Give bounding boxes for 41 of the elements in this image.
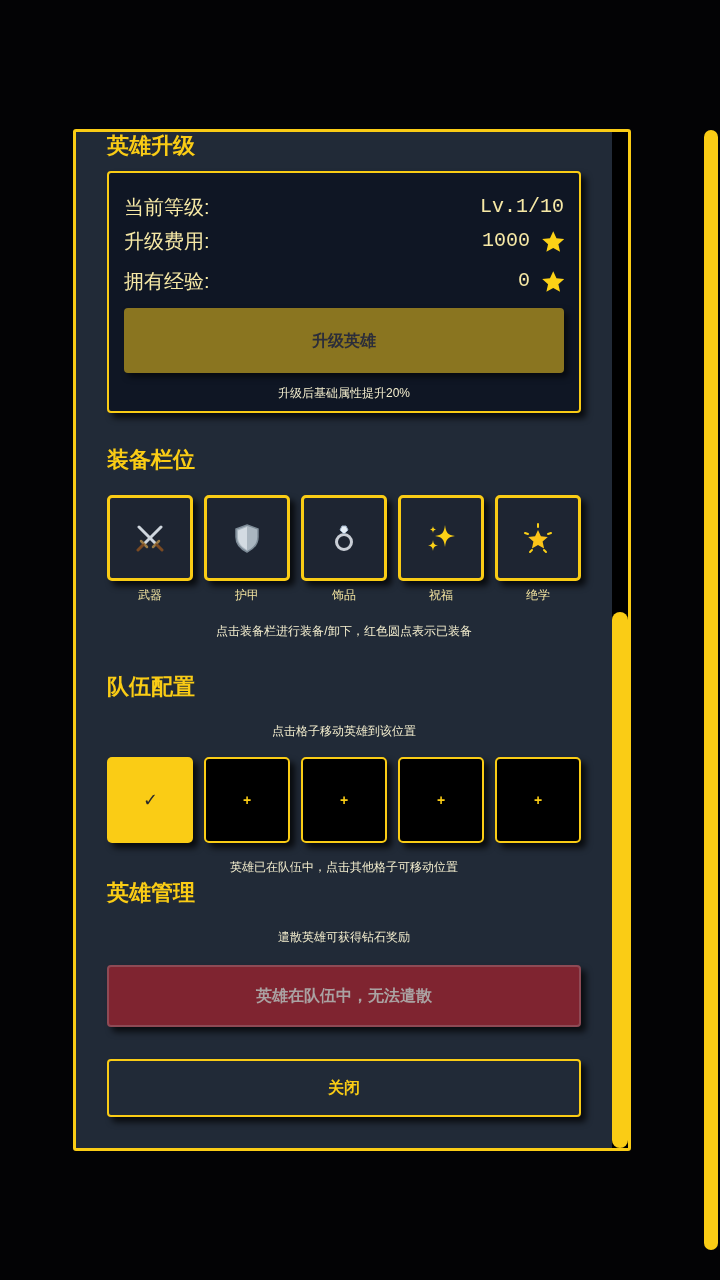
slot-label: 武器 xyxy=(138,587,162,603)
hint-text: 升级后基础属性提升20% xyxy=(278,385,410,401)
crossed-swords-icon xyxy=(136,524,164,552)
scrollbar-thumb[interactable] xyxy=(612,612,628,1148)
slot-label: 护甲 xyxy=(235,587,259,603)
scrollbar-track[interactable] xyxy=(612,132,628,1148)
equipment-slot[interactable] xyxy=(107,495,193,581)
section-title: 英雄升级 xyxy=(107,132,195,160)
hint-text: 遣散英雄可获得钻石奖励 xyxy=(278,929,410,945)
stat-value: 0 xyxy=(518,268,530,294)
shield-icon xyxy=(235,523,259,553)
hint-text: 英雄已在队伍中，点击其他格子可移动位置 xyxy=(230,859,458,875)
hint-text: 点击格子移动英雄到该位置 xyxy=(272,723,416,739)
slot-label: 绝学 xyxy=(526,587,550,603)
equipment-slot[interactable] xyxy=(398,495,484,581)
star-icon xyxy=(542,270,564,292)
team-slot[interactable]: + xyxy=(301,757,387,843)
section-title: 队伍配置 xyxy=(107,673,195,701)
stat-label: 升级费用: xyxy=(124,229,210,254)
section-title: 英雄管理 xyxy=(107,879,195,907)
hint-text: 点击装备栏进行装备/卸下，红色圆点表示已装备 xyxy=(216,623,472,639)
stat-value: 1000 xyxy=(482,228,530,254)
section-title: 装备栏位 xyxy=(107,446,195,474)
team-slot[interactable]: ✓ xyxy=(107,757,193,843)
slot-label: 祝福 xyxy=(429,587,453,603)
stat-label: 拥有经验: xyxy=(124,269,210,294)
team-slot[interactable]: + xyxy=(204,757,290,843)
page-scrollbar-thumb[interactable] xyxy=(704,130,718,1250)
glowing-star-icon xyxy=(523,522,553,554)
stat-value: Lv.1/10 xyxy=(480,194,564,220)
equipment-slot[interactable] xyxy=(495,495,581,581)
close-button[interactable]: 关闭 xyxy=(107,1059,581,1117)
equipment-slot[interactable] xyxy=(301,495,387,581)
equipment-slot[interactable] xyxy=(204,495,290,581)
stat-label: 当前等级: xyxy=(124,195,210,220)
ring-icon xyxy=(334,524,354,552)
star-icon xyxy=(542,230,564,252)
team-slot[interactable]: + xyxy=(495,757,581,843)
slot-label: 饰品 xyxy=(332,587,356,603)
team-slot[interactable]: + xyxy=(398,757,484,843)
sparkles-icon xyxy=(426,524,456,552)
